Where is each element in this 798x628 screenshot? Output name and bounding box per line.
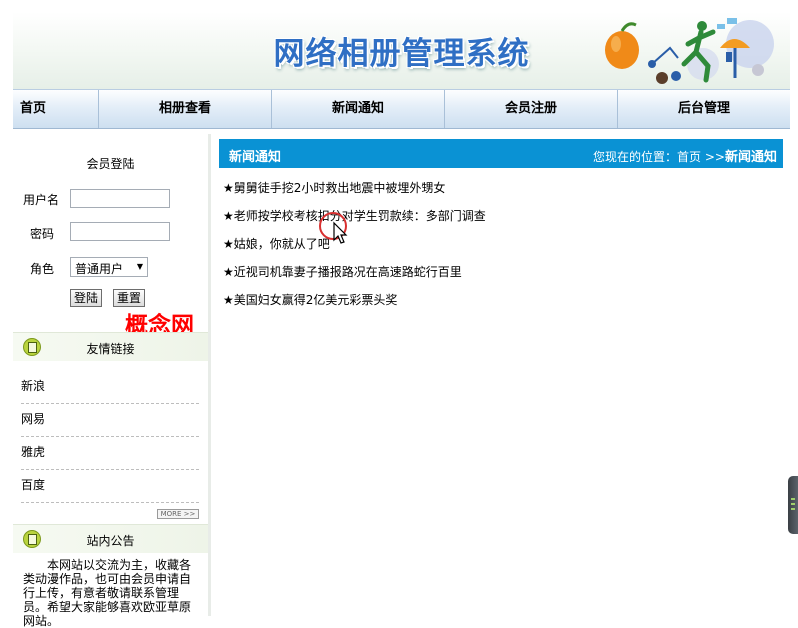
news-item[interactable]: ★舅舅徒手挖2小时救出地震中被埋外甥女 bbox=[223, 179, 445, 196]
username-input[interactable] bbox=[70, 189, 170, 208]
mouse-cursor-icon bbox=[319, 212, 348, 244]
notice-header: 站内公告 bbox=[13, 524, 208, 553]
left-sidebar: 会员登陆 用户名 密码 角色 普通用户 ▼ 登陆 重置 概念网 友情链接 新浪 … bbox=[13, 134, 211, 628]
role-select[interactable]: 普通用户 ▼ bbox=[70, 257, 148, 277]
reset-button[interactable]: 重置 bbox=[113, 289, 146, 307]
role-label: 角色 bbox=[30, 262, 55, 276]
site-banner: 网络相册管理系统 bbox=[13, 12, 790, 90]
notice-title: 站内公告 bbox=[86, 534, 135, 548]
breadcrumb-separator: >> bbox=[704, 150, 725, 164]
banner-decoration-image bbox=[605, 18, 774, 84]
nav-home[interactable]: 首页 bbox=[13, 90, 99, 128]
main-nav: 首页 相册查看 新闻通知 会员注册 后台管理 bbox=[13, 89, 790, 129]
content-header: 新闻通知 您现在的位置：首页 >>新闻通知 bbox=[219, 139, 783, 168]
friend-link-sina[interactable]: 新浪 bbox=[21, 370, 199, 404]
role-selected-value: 普通用户 bbox=[75, 262, 124, 276]
breadcrumb: 您现在的位置：首页 >>新闻通知 bbox=[593, 146, 777, 165]
breadcrumb-prefix: 您现在的位置： bbox=[593, 150, 678, 164]
news-item[interactable]: ★姑娘，你就从了吧 bbox=[223, 235, 330, 252]
friend-link-netease[interactable]: 网易 bbox=[21, 403, 199, 437]
username-label: 用户名 bbox=[23, 193, 60, 207]
nav-admin[interactable]: 后台管理 bbox=[618, 90, 790, 128]
friend-link-baidu[interactable]: 百度 bbox=[21, 469, 199, 503]
content-title: 新闻通知 bbox=[229, 150, 282, 165]
news-item[interactable]: ★老师按学校考核扣分对学生罚款续：多部门调查 bbox=[223, 207, 486, 224]
friend-links-header: 友情链接 bbox=[13, 332, 208, 361]
login-title: 会员登陆 bbox=[86, 157, 135, 171]
chevron-down-icon: ▼ bbox=[136, 262, 143, 271]
notice-text: 本网站以交流为主，收藏各类动漫作品，也可由会员申请自行上传，有意者敬请联系管理员… bbox=[23, 558, 192, 628]
scroll-handle[interactable] bbox=[788, 476, 798, 534]
friend-link-yahoo[interactable]: 雅虎 bbox=[21, 436, 199, 470]
nav-news[interactable]: 新闻通知 bbox=[272, 90, 445, 128]
breadcrumb-current: 新闻通知 bbox=[724, 150, 777, 165]
more-button[interactable]: MORE >> bbox=[157, 509, 199, 519]
nav-member-register[interactable]: 会员注册 bbox=[445, 90, 618, 128]
nav-album-view[interactable]: 相册查看 bbox=[99, 90, 272, 128]
password-input[interactable] bbox=[70, 222, 170, 241]
news-item[interactable]: ★近视司机靠妻子播报路况在高速路蛇行百里 bbox=[223, 263, 462, 280]
breadcrumb-home-link[interactable]: 首页 bbox=[677, 150, 701, 164]
friend-links-title: 友情链接 bbox=[86, 342, 135, 356]
password-label: 密码 bbox=[30, 227, 55, 241]
login-button[interactable]: 登陆 bbox=[70, 289, 103, 307]
news-item[interactable]: ★美国妇女赢得2亿美元彩票头奖 bbox=[223, 291, 397, 308]
